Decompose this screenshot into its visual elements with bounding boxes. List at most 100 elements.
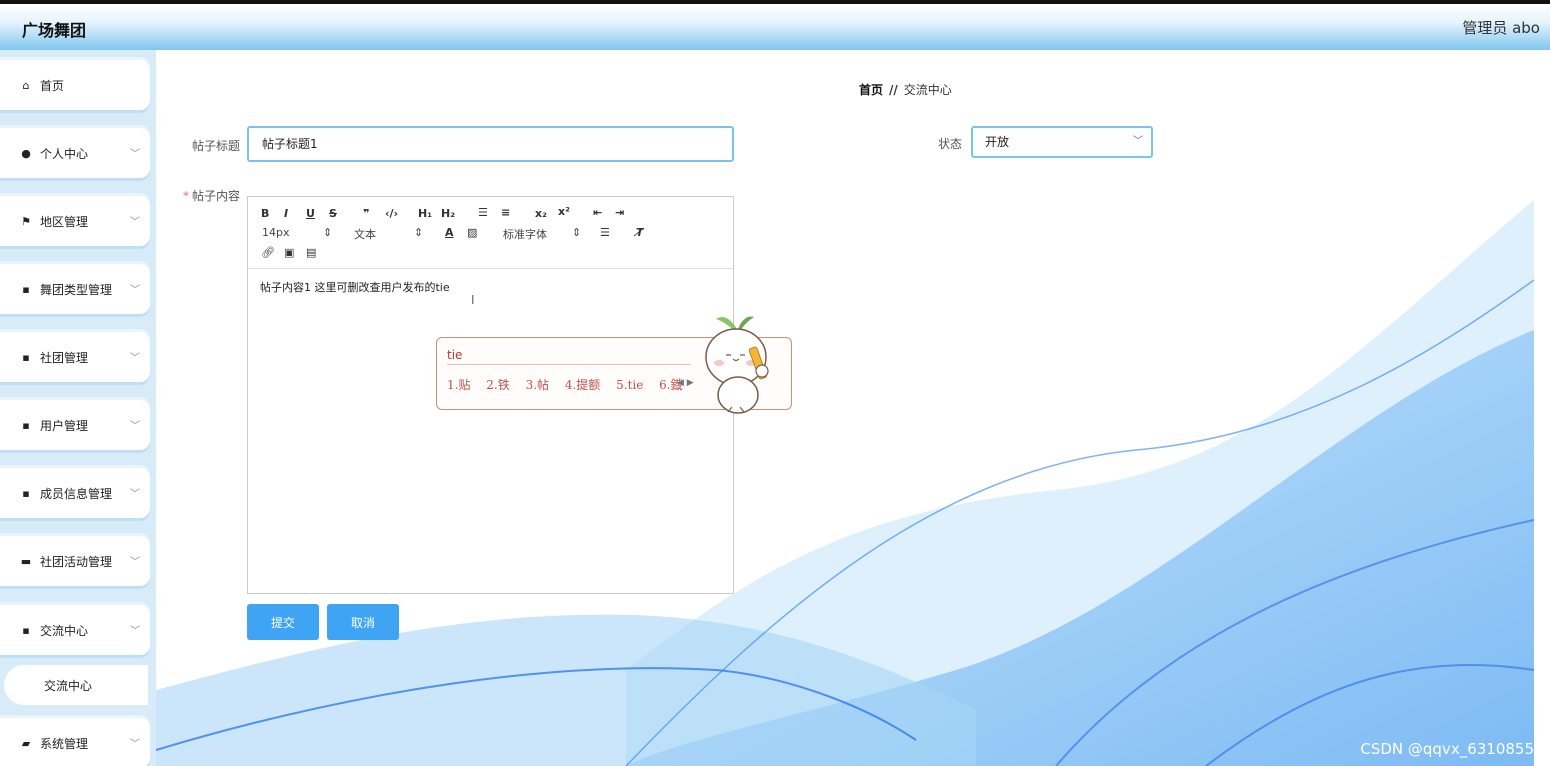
outdent-icon[interactable]: ⇤: [593, 206, 602, 219]
clear-format-icon[interactable]: T̸: [636, 226, 644, 239]
main-content: 首页 // 交流中心 帖子标题 帖子标题1 状态 开放 ﹀ * 帖子内容 B I U …: [156, 50, 1550, 766]
header1-icon[interactable]: H₁: [418, 207, 432, 220]
chevron-down-icon: ﹀: [130, 217, 140, 228]
ime-candidate[interactable]: 2.铁: [486, 378, 509, 392]
blockquote-icon[interactable]: ❞: [363, 207, 369, 220]
italic-icon[interactable]: I: [284, 207, 288, 220]
status-label: 状态: [938, 137, 963, 151]
sidebar-item-label: 社团活动管理: [40, 554, 113, 569]
sidebar-item-exchange[interactable]: ▪ 交流中心 ﹀: [0, 605, 150, 655]
subscript-icon[interactable]: x₂: [535, 207, 547, 220]
chevron-down-icon: ﹀: [130, 285, 140, 296]
breadcrumb-separator: //: [889, 83, 898, 97]
chevron-down-icon: ﹀: [1133, 136, 1143, 147]
grid-icon: ▪: [22, 350, 30, 364]
bold-icon[interactable]: B: [261, 207, 269, 220]
chevron-down-icon: ﹀: [130, 489, 140, 500]
mascot-icon: [705, 316, 769, 414]
chevron-down-icon: ﹀: [130, 353, 140, 364]
status-value: 开放: [985, 135, 1010, 149]
ordered-list-icon[interactable]: ☰: [478, 206, 488, 219]
grid-icon: ▪: [22, 418, 30, 432]
align-icon[interactable]: ☰: [600, 226, 610, 239]
ime-candidate[interactable]: 3.帖: [526, 378, 549, 392]
title-input[interactable]: 帖子标题1: [247, 126, 734, 162]
header2-icon[interactable]: H₂: [441, 207, 455, 220]
sidebar-item-label: 社团管理: [40, 350, 89, 365]
chevron-down-icon: ﹀: [130, 557, 140, 568]
sidebar-item-users[interactable]: ▪ 用户管理 ﹀: [0, 400, 150, 450]
editor-content[interactable]: 帖子内容1 这里可删改查用户发布的tie: [248, 269, 733, 305]
ime-input: tie: [447, 348, 691, 365]
chevron-down-icon: ﹀: [130, 739, 140, 750]
font-size-select[interactable]: 14px: [262, 226, 290, 239]
strike-icon[interactable]: S: [329, 207, 337, 220]
sidebar-item-label: 个人中心: [40, 146, 89, 161]
flag-icon: ⚑: [21, 214, 31, 228]
breadcrumb-home[interactable]: 首页: [859, 83, 883, 97]
sidebar-item-label: 交流中心: [40, 623, 89, 638]
chevron-down-icon: ﹀: [130, 421, 140, 432]
header-arrows-icon: ⇕: [414, 226, 424, 239]
code-icon[interactable]: ‹/›: [385, 207, 398, 220]
cancel-button[interactable]: 取消: [327, 604, 399, 640]
video-icon[interactable]: ▤: [306, 246, 316, 259]
grid-icon: ▪: [22, 623, 30, 637]
link-icon[interactable]: 🔗︎: [261, 246, 275, 259]
user-name[interactable]: 管理员 abo: [1462, 17, 1540, 38]
app-title: 广场舞团: [22, 21, 87, 40]
sidebar-item-region[interactable]: ⚑ 地区管理 ﹀: [0, 196, 150, 246]
sidebar-item-personal-center[interactable]: ● 个人中心 ﹀: [0, 128, 150, 178]
required-mark: *: [183, 189, 189, 203]
ime-candidate[interactable]: 4.提额: [565, 378, 600, 392]
sidebar: ⌂ 首页 ● 个人中心 ﹀ ⚑ 地区管理 ﹀ ▪ 舞团类型管理 ﹀ ▪ 社团管理…: [0, 50, 156, 766]
header-select[interactable]: 文本: [354, 226, 376, 242]
sidebar-item-label: 舞团类型管理: [40, 282, 113, 297]
home-icon: ⌂: [22, 78, 30, 92]
underline-icon[interactable]: U: [306, 207, 315, 220]
briefcase-icon: ▰: [21, 736, 31, 750]
font-family-select[interactable]: 标准字体: [503, 226, 547, 242]
breadcrumb: 首页 // 交流中心: [859, 81, 952, 98]
sidebar-item-label: 用户管理: [40, 418, 89, 433]
sidebar-subitem-exchange-center[interactable]: 交流中心: [4, 665, 148, 705]
sidebar-item-label: 地区管理: [40, 214, 89, 229]
sidebar-item-activities[interactable]: ▬ 社团活动管理 ﹀: [0, 536, 150, 586]
status-select[interactable]: 开放 ﹀: [971, 126, 1153, 158]
sidebar-item-label: 系统管理: [40, 736, 89, 751]
content-label-text: 帖子内容: [192, 189, 241, 203]
watermark: CSDN @qqvx_6310855: [1360, 740, 1534, 758]
content-label: * 帖子内容: [183, 187, 240, 204]
font-color-icon[interactable]: A: [445, 226, 454, 239]
chevron-up-icon: ﹀: [130, 626, 140, 637]
editor-toolbar: B I U S ❞ ‹/› H₁ H₂ ☰ ≡ x₂ x² ⇤ ⇥ 14px ⇕…: [248, 197, 733, 269]
text-cursor-icon: Ⅰ: [471, 293, 475, 307]
font-family-arrows-icon: ⇕: [572, 226, 582, 239]
sidebar-item-home[interactable]: ⌂ 首页: [0, 60, 150, 110]
ime-candidates: 1.贴 2.铁 3.帖 4.提额 5.tie 6.鐡: [447, 376, 695, 393]
bullet-list-icon[interactable]: ≡: [501, 206, 510, 219]
indent-icon[interactable]: ⇥: [615, 206, 624, 219]
top-bar: 广场舞团 管理员 abo: [0, 0, 1550, 50]
superscript-icon[interactable]: x²: [558, 205, 570, 218]
ime-page-arrows-icon[interactable]: ◀ ▶: [677, 378, 694, 388]
monitor-icon: ▬: [20, 554, 32, 568]
sidebar-item-system[interactable]: ▰ 系统管理 ﹀: [0, 718, 150, 766]
sidebar-item-label: 首页: [40, 78, 65, 93]
ime-candidate[interactable]: 1.贴: [447, 378, 470, 392]
chevron-down-icon: ﹀: [130, 149, 140, 160]
submit-button[interactable]: 提交: [247, 604, 319, 640]
breadcrumb-current: 交流中心: [903, 83, 952, 97]
user-icon: ●: [21, 146, 31, 160]
ime-candidate[interactable]: 5.tie: [616, 378, 643, 392]
background-color-icon[interactable]: ▨: [467, 226, 477, 239]
sidebar-item-troupe-type[interactable]: ▪ 舞团类型管理 ﹀: [0, 264, 150, 314]
sidebar-item-club[interactable]: ▪ 社团管理 ﹀: [0, 332, 150, 382]
image-icon[interactable]: ▣: [284, 246, 294, 259]
sidebar-item-label: 成员信息管理: [40, 486, 113, 501]
title-label: 帖子标题: [192, 139, 241, 153]
font-size-arrows-icon: ⇕: [323, 226, 333, 239]
sidebar-item-members[interactable]: ▪ 成员信息管理 ﹀: [0, 468, 150, 518]
grid-icon: ▪: [22, 282, 30, 296]
grid-icon: ▪: [22, 486, 30, 500]
